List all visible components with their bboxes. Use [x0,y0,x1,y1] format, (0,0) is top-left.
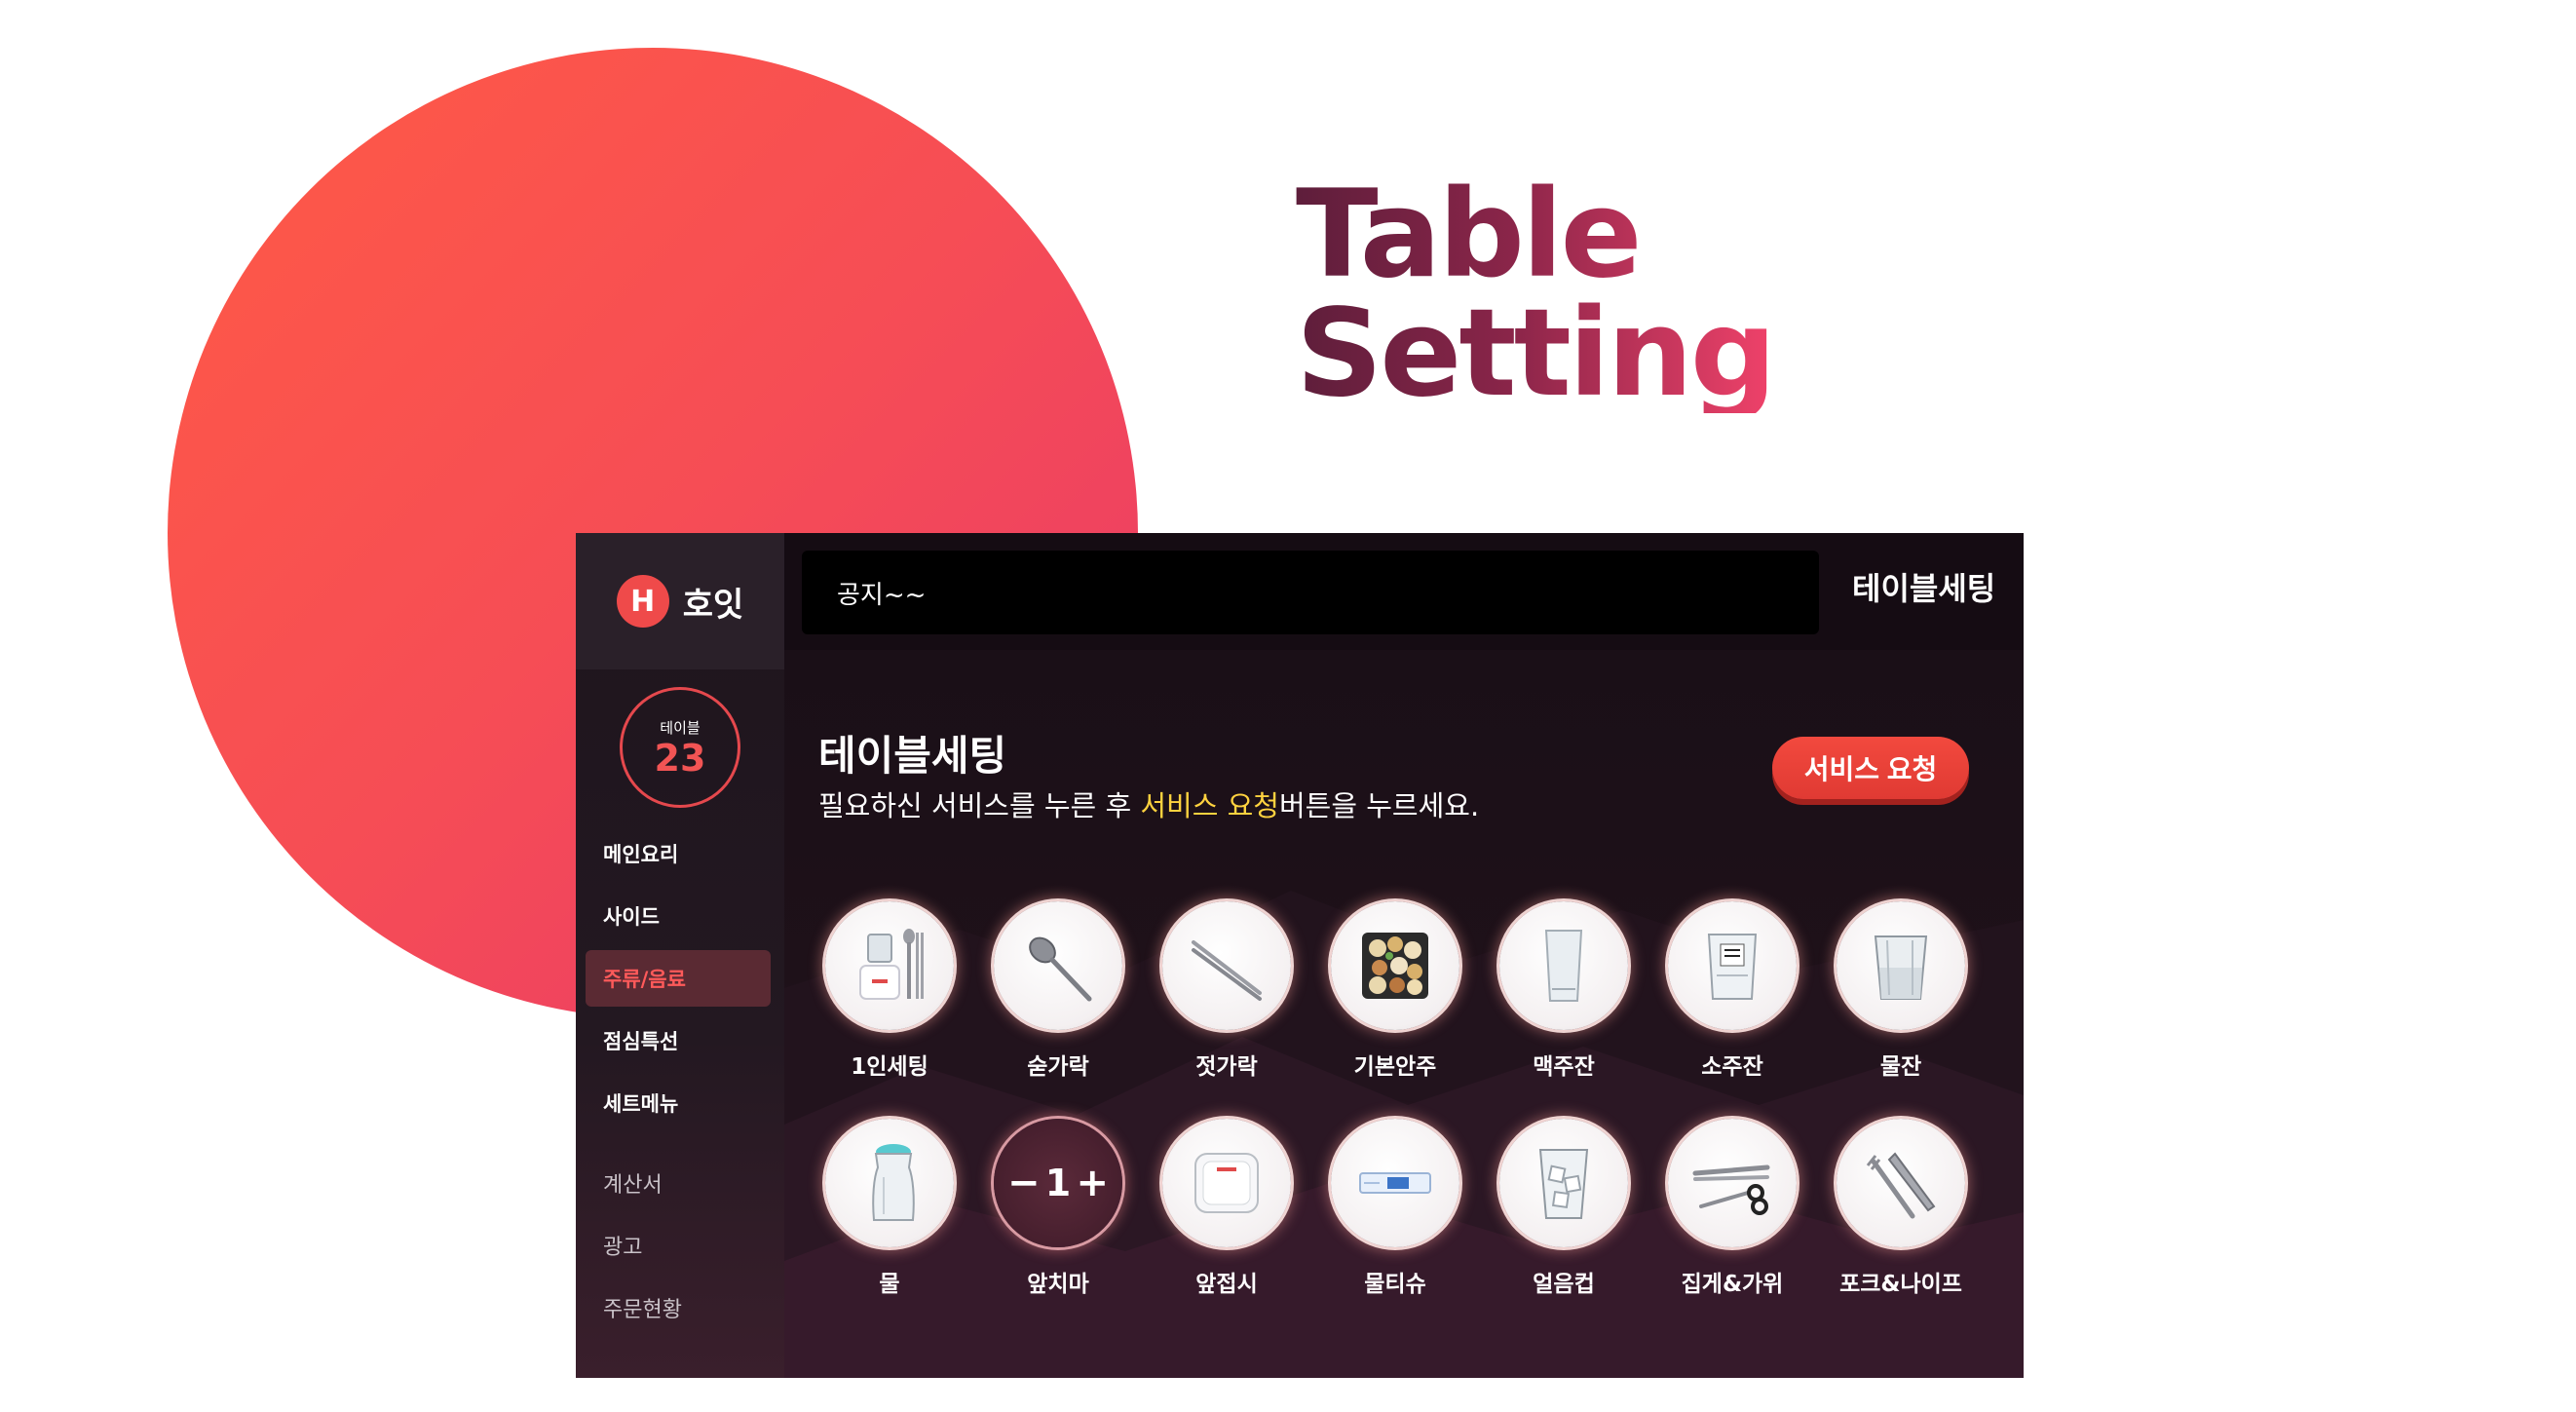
apron-quantity-stepper: − 1 + [994,1119,1122,1247]
soju-glass-icon [1707,934,1758,1000]
logo: H 호잇 [576,533,784,669]
plate-icon [1194,1153,1259,1213]
sidebar-item-bill[interactable]: 계산서 [586,1155,771,1211]
service-request-button[interactable]: 서비스 요청 [1772,737,1969,799]
beer-glass-icon [1544,930,1583,1002]
service-items-grid: 1인세팅 숟가락 젓가락 기본안주 맥주잔 소주잔 물잔 물 − 1 + 앞치마… [806,901,2004,1336]
item-label: 맥주잔 [1533,1054,1595,1080]
plus-button[interactable]: + [1076,1164,1109,1202]
service-item-basic-snack[interactable]: 기본안주 [1311,901,1479,1119]
item-label: 앞치마 [1027,1272,1089,1297]
service-item-fork-knife[interactable]: 포크&나이프 [1817,1119,1985,1336]
service-item-soju-glass[interactable]: 소주잔 [1648,901,1816,1119]
sidebar-item-main-dishes[interactable]: 메인요리 [586,825,771,882]
item-label: 기본안주 [1353,1054,1437,1080]
page-title: 테이블세팅 [818,732,1007,780]
service-item-plate[interactable]: 앞접시 [1143,1119,1310,1336]
personal-set-icon [859,929,924,1000]
utility-menu: 계산서 광고 주문현황 [586,1155,771,1342]
item-label: 물 [879,1272,900,1297]
service-item-beer-glass[interactable]: 맥주잔 [1480,901,1648,1119]
service-item-water-bottle[interactable]: 물 [806,1119,973,1336]
item-label: 물잔 [1879,1054,1922,1080]
notice-bar: 공지~~ [802,551,1819,634]
kiosk-screen: H 호잇 테이블 23 메인요리 사이드 주류/음료 점심특선 세트메뉴 계산서… [576,533,2024,1378]
category-menu: 메인요리 사이드 주류/음료 점심특선 세트메뉴 [586,825,771,1137]
instruction-text-end: 버튼을 누르세요. [1278,789,1480,822]
item-label: 얼음컵 [1533,1272,1595,1297]
table-label: 테이블 [660,718,701,737]
chopsticks-icon [1192,940,1262,1001]
service-item-personal-set[interactable]: 1인세팅 [806,901,973,1119]
fork-knife-icon [1866,1152,1936,1219]
instruction-text-start: 필요하신 서비스를 누른 후 [818,789,1141,822]
water-glass-icon [1874,935,1928,1000]
sidebar-item-order-status[interactable]: 주문현황 [586,1279,771,1336]
item-label: 젓가락 [1195,1054,1258,1080]
item-label: 집게&가위 [1681,1272,1784,1297]
item-label: 포크&나이프 [1839,1272,1962,1297]
instruction-highlight: 서비스 요청 [1140,789,1279,822]
service-item-chopsticks[interactable]: 젓가락 [1143,901,1310,1119]
table-number-badge: 테이블 23 [620,687,740,808]
service-item-apron[interactable]: − 1 + 앞치마 [974,1119,1142,1336]
header-title: 테이블세팅 [1852,570,1996,607]
sidebar: H 호잇 테이블 23 메인요리 사이드 주류/음료 점심특선 세트메뉴 계산서… [576,533,784,1378]
headline-line2: Setting [1296,284,1774,424]
minus-button[interactable]: − [1007,1164,1041,1202]
logo-icon: H [616,575,669,628]
page-instructions: 필요하신 서비스를 누른 후 서비스 요청버튼을 누르세요. [818,783,1479,824]
service-item-tongs-scissors[interactable]: 집게&가위 [1648,1119,1816,1336]
ice-cup-icon [1538,1149,1589,1219]
item-label: 1인세팅 [851,1054,928,1080]
spoon-icon [1029,936,1092,1002]
logo-text: 호잇 [682,585,744,625]
headline: Table Setting [1296,175,1774,413]
snack-icon [1362,933,1428,999]
water-bottle-icon [872,1144,915,1221]
service-item-ice-cup[interactable]: 얼음컵 [1480,1119,1648,1336]
sidebar-item-lunch-special[interactable]: 점심특선 [586,1012,771,1069]
service-item-spoon[interactable]: 숟가락 [974,901,1142,1119]
sidebar-item-set-menu[interactable]: 세트메뉴 [586,1075,771,1131]
item-label: 숟가락 [1027,1054,1089,1080]
sidebar-item-ads[interactable]: 광고 [586,1217,771,1274]
service-item-water-glass[interactable]: 물잔 [1817,901,1985,1119]
tongs-scissors-icon [1692,1164,1770,1215]
item-label: 소주잔 [1701,1054,1763,1080]
table-number: 23 [654,736,706,780]
item-label: 물티슈 [1364,1272,1426,1297]
quantity-value: 1 [1044,1162,1072,1204]
headline-line1: Table [1296,165,1640,305]
service-item-wet-tissue[interactable]: 물티슈 [1311,1119,1479,1336]
sidebar-item-drinks[interactable]: 주류/음료 [586,950,771,1007]
wet-tissue-icon [1359,1172,1431,1194]
item-label: 앞접시 [1195,1272,1258,1297]
sidebar-item-sides[interactable]: 사이드 [586,888,771,944]
main-panel: 테이블세팅 필요하신 서비스를 누른 후 서비스 요청버튼을 누르세요. 서비스… [784,650,2024,1378]
